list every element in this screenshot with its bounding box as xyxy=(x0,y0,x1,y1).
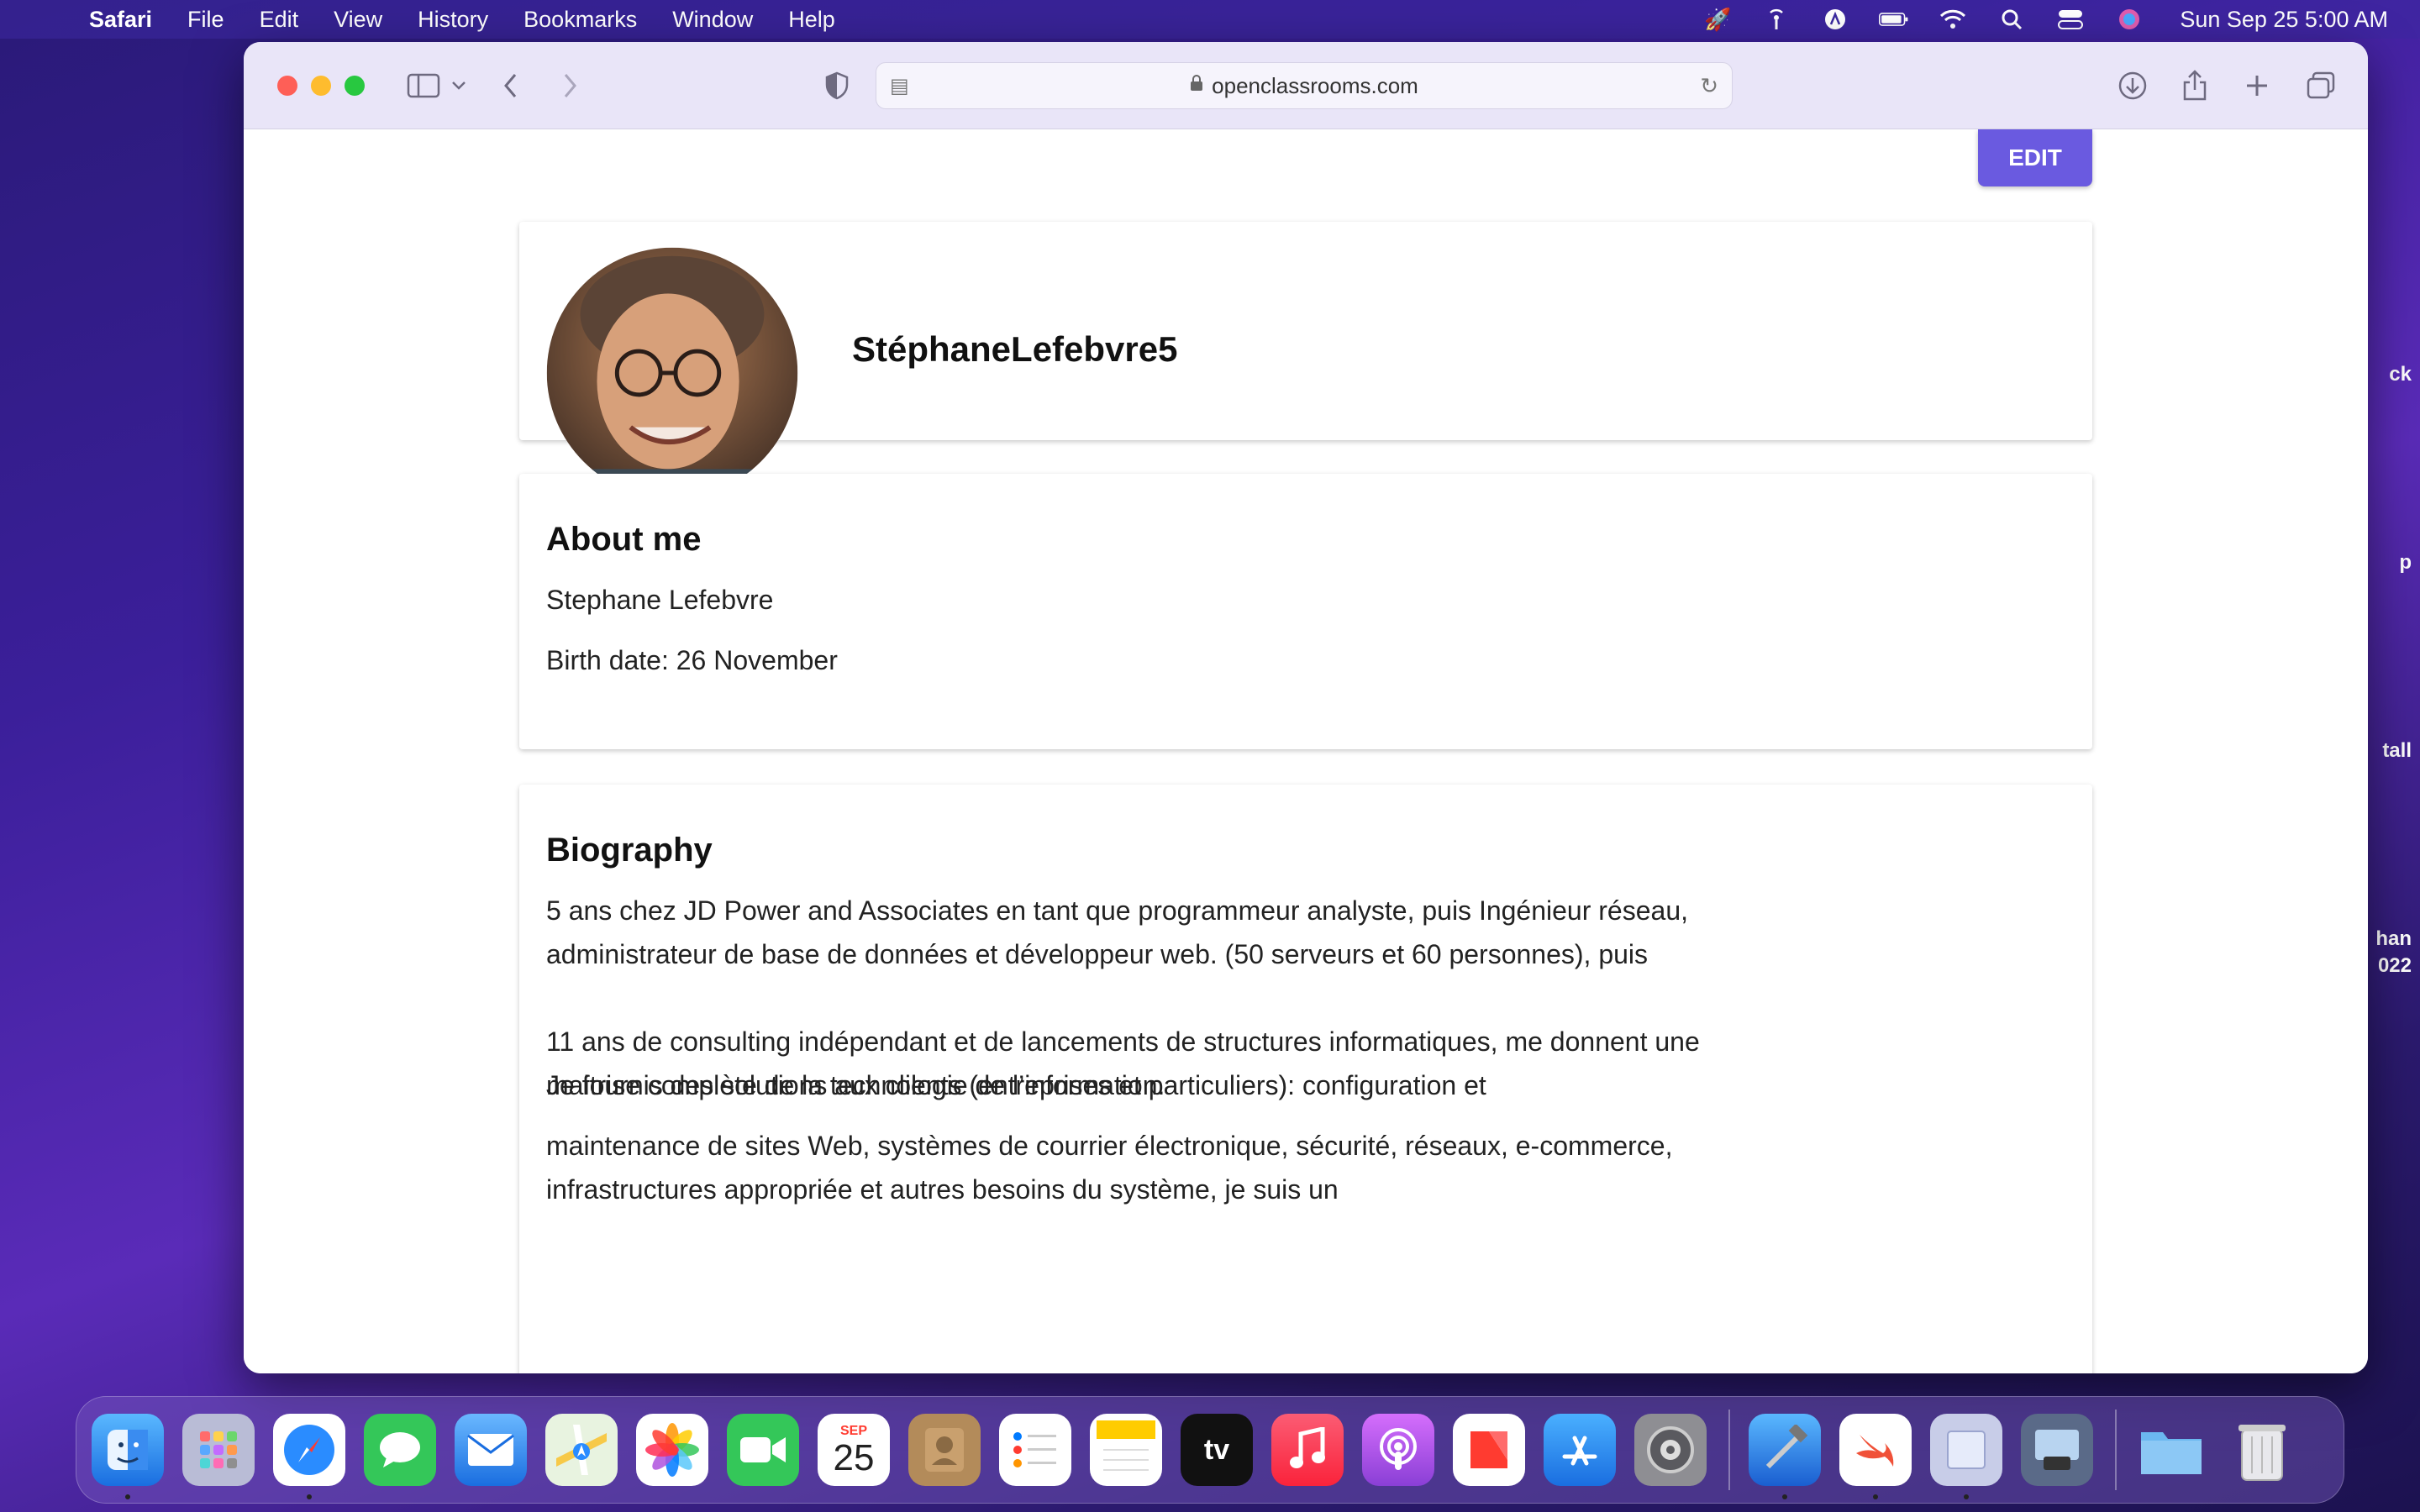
rocket-icon[interactable]: 🚀 xyxy=(1702,7,1733,32)
safari-app-icon[interactable] xyxy=(273,1414,345,1499)
forward-icon[interactable] xyxy=(551,67,588,104)
close-window-button[interactable] xyxy=(277,76,297,96)
xcode-app-icon[interactable] xyxy=(1749,1414,1821,1499)
tab-overview-icon[interactable] xyxy=(2302,67,2339,104)
facetime-app-icon[interactable] xyxy=(727,1414,799,1486)
tv-label: tv xyxy=(1203,1433,1230,1466)
screenshot-app-icon[interactable] xyxy=(2021,1414,2093,1486)
running-indicator xyxy=(1873,1494,1878,1499)
menu-edit[interactable]: Edit xyxy=(260,7,299,33)
spotlight-search-icon[interactable] xyxy=(1996,8,2027,31)
news-app-icon[interactable] xyxy=(1453,1414,1525,1486)
notes-app-icon[interactable] xyxy=(1090,1414,1162,1486)
safari-window: ▤ openclassrooms.com ↻ EDIT StéphaneLefe… xyxy=(244,42,2368,1373)
about-name: Stephane Lefebvre xyxy=(546,585,774,615)
desktop-file-label: ck xyxy=(2389,363,2412,386)
url-text: openclassrooms.com xyxy=(1212,72,1418,98)
sidebar-toggle-icon[interactable] xyxy=(405,67,442,104)
maps-app-icon[interactable] xyxy=(545,1414,618,1486)
app-store-status-icon[interactable] xyxy=(1820,8,1850,31)
dock: SEP 25 tv xyxy=(76,1396,2344,1504)
privacy-shield-icon[interactable] xyxy=(818,67,855,104)
dock-separator xyxy=(1728,1410,1730,1490)
desktop-file-label: 022 xyxy=(2377,954,2412,977)
about-heading: About me xyxy=(546,521,702,558)
desktop-file-label: tall xyxy=(2382,739,2412,762)
finder-app-icon[interactable] xyxy=(92,1414,164,1499)
contacts-app-icon[interactable] xyxy=(908,1414,981,1486)
web-page-content: EDIT StéphaneLefebvre5 About me Stephane… xyxy=(244,129,2368,1373)
desktop-file-label: p xyxy=(2399,551,2412,574)
running-indicator xyxy=(125,1494,130,1499)
system-preferences-app-icon[interactable] xyxy=(1634,1414,1707,1486)
share-icon[interactable] xyxy=(2176,67,2213,104)
running-indicator xyxy=(307,1494,312,1499)
menu-app-name[interactable]: Safari xyxy=(89,7,152,33)
music-app-icon[interactable] xyxy=(1271,1414,1344,1486)
calendar-app-icon[interactable]: SEP 25 xyxy=(818,1414,890,1486)
biography-paragraph: Je fournis des solutions aux clients (en… xyxy=(546,1070,1486,1100)
reminders-app-icon[interactable] xyxy=(999,1414,1071,1486)
menu-help[interactable]: Help xyxy=(788,7,835,33)
biography-heading: Biography xyxy=(546,832,713,869)
menu-view[interactable]: View xyxy=(334,7,382,33)
podcasts-app-icon[interactable] xyxy=(1362,1414,1434,1486)
messages-app-icon[interactable] xyxy=(364,1414,436,1486)
reader-mode-icon[interactable]: ▤ xyxy=(890,74,909,98)
trash-icon[interactable] xyxy=(2226,1414,2298,1486)
running-indicator xyxy=(1964,1494,1969,1499)
minimize-window-button[interactable] xyxy=(311,76,331,96)
reload-icon[interactable]: ↻ xyxy=(1700,73,1718,99)
siri-icon[interactable] xyxy=(2114,8,2144,31)
zoom-window-button[interactable] xyxy=(345,76,365,96)
battery-icon[interactable] xyxy=(1879,8,1909,31)
about-card: About me Stephane Lefebvre Birth date: 2… xyxy=(519,474,2092,749)
photos-app-icon[interactable] xyxy=(636,1414,708,1486)
dock-separator xyxy=(2115,1410,2117,1490)
edit-profile-button[interactable]: EDIT xyxy=(1978,129,2092,186)
wifi-icon[interactable] xyxy=(1938,8,1968,31)
menu-file[interactable]: File xyxy=(187,7,224,33)
running-indicator xyxy=(1782,1494,1787,1499)
launchpad-app-icon[interactable] xyxy=(182,1414,255,1486)
new-tab-icon[interactable] xyxy=(2238,67,2275,104)
calendar-day: 25 xyxy=(833,1437,875,1478)
profile-username: StéphaneLefebvre5 xyxy=(852,329,1178,369)
menu-window[interactable]: Window xyxy=(672,7,753,33)
app-store-app-icon[interactable] xyxy=(1544,1414,1616,1486)
mail-app-icon[interactable] xyxy=(455,1414,527,1486)
broadcast-icon[interactable] xyxy=(1761,8,1791,31)
apple-tv-app-icon[interactable]: tv xyxy=(1181,1414,1253,1486)
biography-card: Biography 5 ans chez JD Power and Associ… xyxy=(519,785,2092,1373)
profile-avatar[interactable] xyxy=(546,247,798,499)
window-controls xyxy=(277,76,365,96)
menu-history[interactable]: History xyxy=(418,7,488,33)
menubar-clock[interactable]: Sun Sep 25 5:00 AM xyxy=(2180,7,2388,33)
back-icon[interactable] xyxy=(492,67,529,104)
profile-card: StéphaneLefebvre5 xyxy=(519,222,2092,499)
about-birth-date: Birth date: 26 November xyxy=(546,645,838,675)
control-center-icon[interactable] xyxy=(2055,8,2086,31)
browser-toolbar: ▤ openclassrooms.com ↻ xyxy=(244,42,2368,129)
downloads-folder-icon[interactable] xyxy=(2135,1414,2207,1486)
desktop-file-label: han xyxy=(2375,927,2412,950)
lock-icon xyxy=(1190,75,1203,97)
swift-playgrounds-app-icon[interactable] xyxy=(1839,1414,1912,1499)
address-bar[interactable]: ▤ openclassrooms.com ↻ xyxy=(876,62,1733,109)
menu-bar: Safari File Edit View History Bookmarks … xyxy=(0,0,2420,39)
menu-bookmarks[interactable]: Bookmarks xyxy=(523,7,637,33)
chevron-down-icon[interactable] xyxy=(440,67,477,104)
preview-app-icon[interactable] xyxy=(1930,1414,2002,1499)
downloads-icon[interactable] xyxy=(2114,67,2151,104)
biography-paragraph: maintenance de sites Web, systèmes de co… xyxy=(546,1131,1673,1205)
biography-paragraph: 5 ans chez JD Power and Associates en ta… xyxy=(546,895,1688,969)
